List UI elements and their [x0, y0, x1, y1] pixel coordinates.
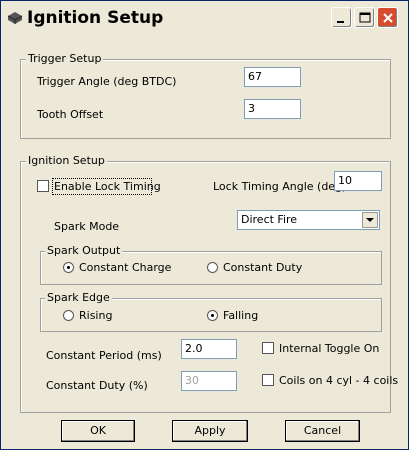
constant-period-input[interactable]: 2.0 [181, 339, 237, 359]
apply-button[interactable]: Apply [172, 420, 248, 442]
internal-toggle-checkbox[interactable] [262, 342, 274, 354]
spark-mode-select[interactable]: Direct Fire [237, 210, 380, 230]
falling-radio[interactable] [207, 310, 218, 321]
close-button[interactable] [377, 7, 398, 28]
close-icon [383, 13, 393, 23]
app-icon [7, 12, 23, 24]
falling-label[interactable]: Falling [223, 309, 258, 322]
internal-toggle-label[interactable]: Internal Toggle On [279, 342, 379, 355]
spark-output-label: Spark Output [45, 244, 123, 257]
enable-lock-timing-checkbox[interactable] [37, 180, 49, 192]
constant-duty-label: Constant Duty (%) [46, 379, 148, 392]
maximize-icon [359, 12, 371, 23]
constant-charge-radio[interactable] [63, 262, 74, 273]
trigger-setup-label: Trigger Setup [26, 52, 104, 65]
dropdown-arrow[interactable] [362, 212, 378, 228]
coils-checkbox[interactable] [262, 374, 274, 386]
window-title: Ignition Setup [27, 8, 164, 28]
focus-indicator [52, 178, 152, 195]
ignition-setup-window: Ignition Setup Trigger Setup Trigger Ang… [0, 0, 409, 450]
constant-duty-option-label[interactable]: Constant Duty [223, 261, 302, 274]
coils-label[interactable]: Coils on 4 cyl - 4 coils [279, 374, 398, 387]
maximize-button[interactable] [354, 7, 375, 28]
lock-timing-angle-label: Lock Timing Angle (deg) [213, 180, 347, 193]
tooth-offset-input[interactable]: 3 [244, 99, 301, 119]
spark-mode-label: Spark Mode [54, 220, 120, 233]
constant-charge-label[interactable]: Constant Charge [79, 261, 171, 274]
ignition-setup-label: Ignition Setup [26, 154, 107, 167]
rising-radio[interactable] [63, 310, 74, 321]
tooth-offset-label: Tooth Offset [37, 108, 104, 121]
cancel-button[interactable]: Cancel [285, 420, 360, 442]
title-bar[interactable]: Ignition Setup [1, 1, 408, 37]
trigger-setup-group [20, 59, 391, 139]
chevron-down-icon [366, 218, 374, 222]
constant-duty-radio[interactable] [207, 262, 218, 273]
rising-label[interactable]: Rising [79, 309, 112, 322]
trigger-angle-input[interactable]: 67 [244, 67, 301, 87]
trigger-angle-label: Trigger Angle (deg BTDC) [37, 75, 177, 88]
spark-mode-value: Direct Fire [241, 213, 298, 226]
lock-timing-angle-input[interactable]: 10 [334, 171, 382, 191]
spark-edge-label: Spark Edge [45, 291, 112, 304]
constant-duty-input: 30 [181, 371, 237, 391]
minimize-button[interactable] [331, 7, 352, 28]
ok-button[interactable]: OK [61, 420, 135, 442]
minimize-icon [337, 21, 344, 23]
constant-period-label: Constant Period (ms) [46, 349, 162, 362]
